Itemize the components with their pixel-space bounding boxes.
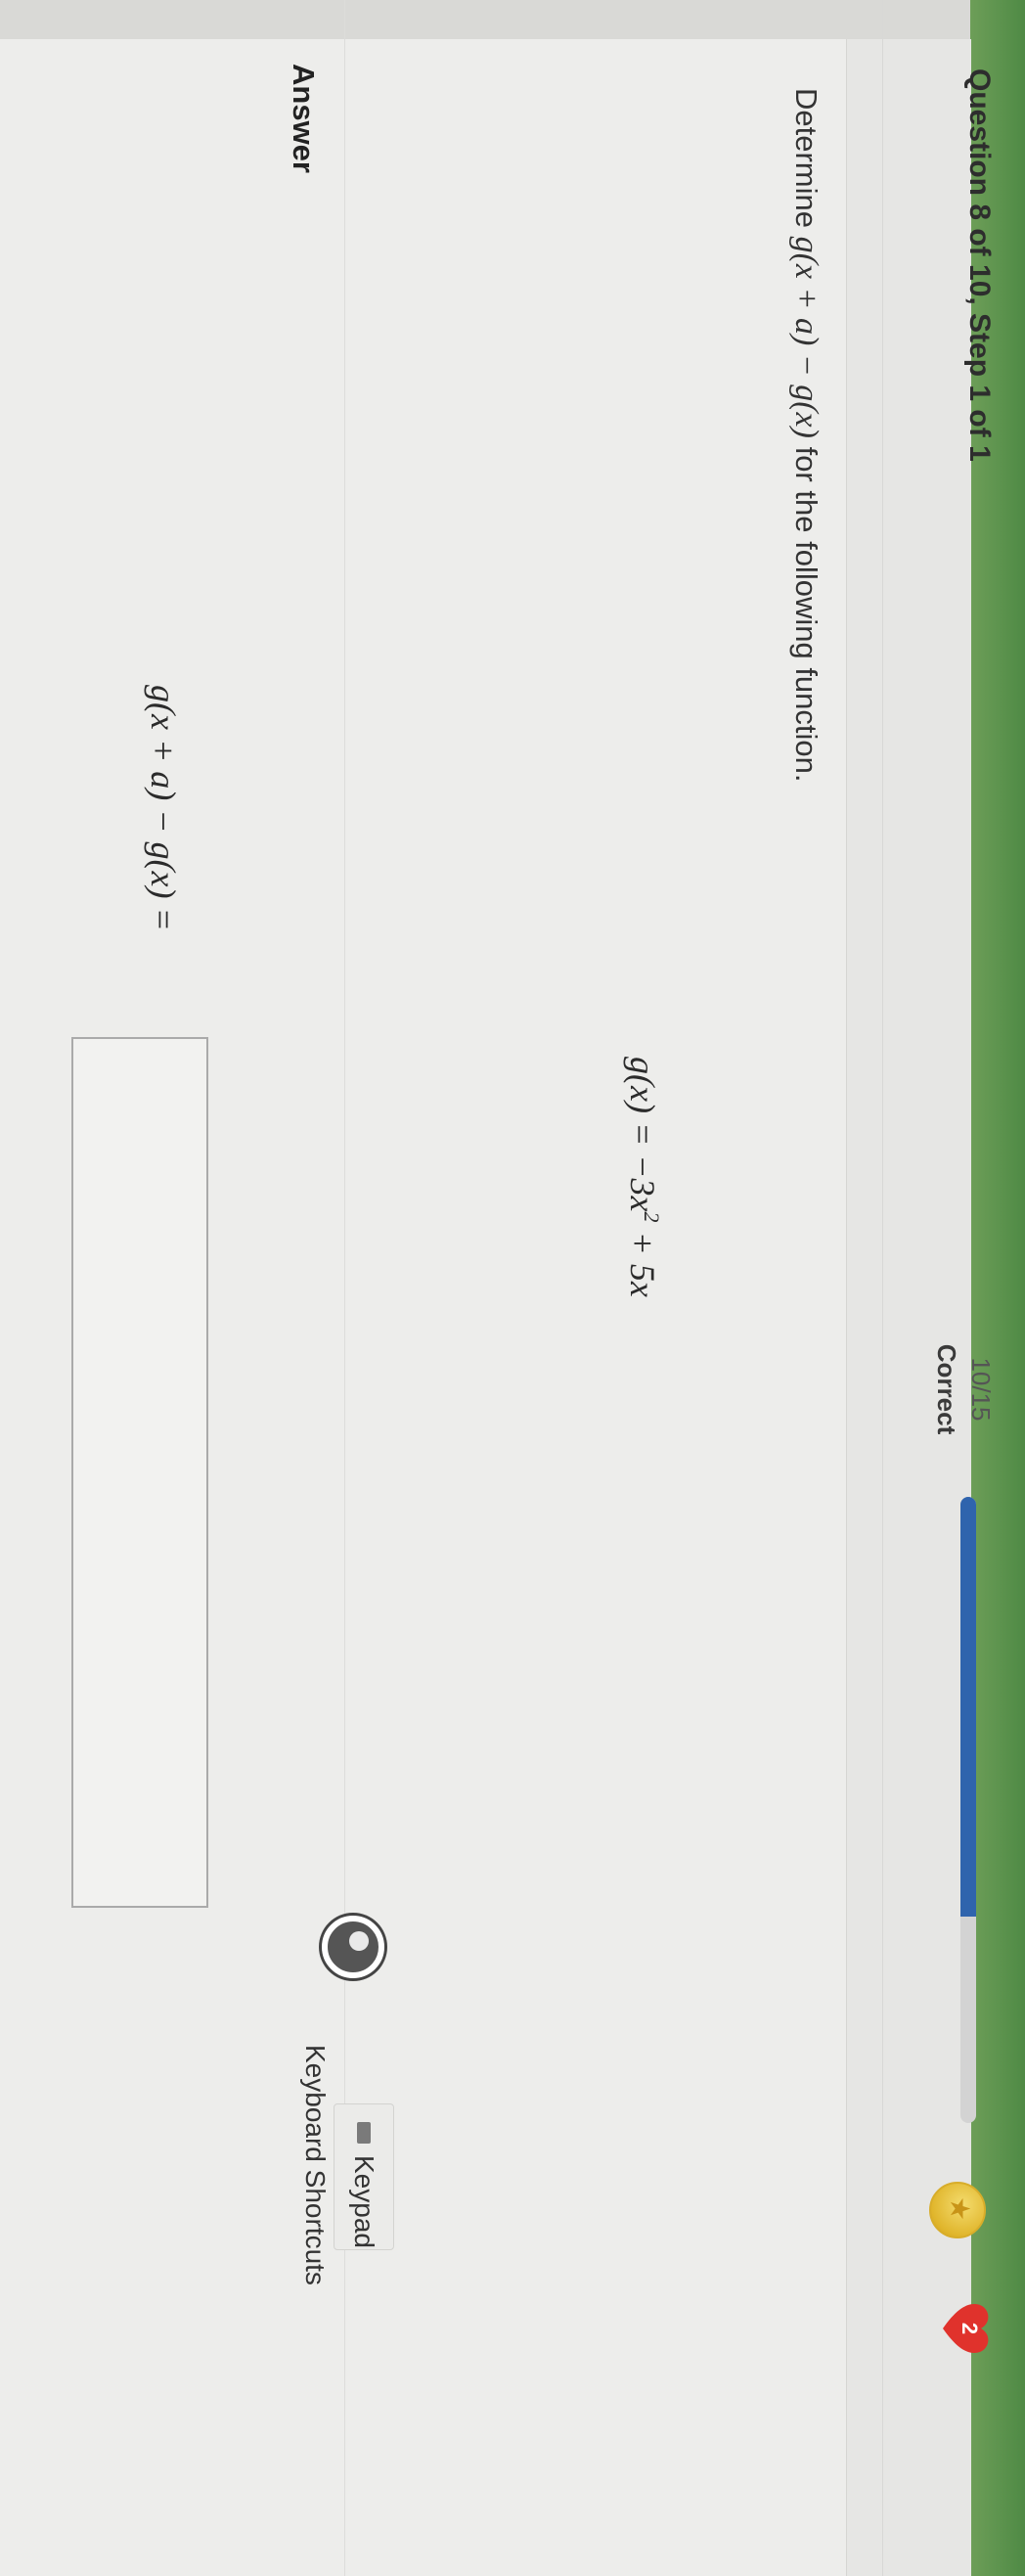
progress-bar [960,1497,976,2123]
answer-label: Answer [287,64,321,173]
rotated-page: Question 8 of 10, Step 1 of 1 10/15 Corr… [0,0,1025,2576]
prompt-text-after: for the following function. [789,437,824,783]
progress-fill [960,1497,976,1917]
heart-icon[interactable]: 2 [937,2299,996,2358]
keypad-button[interactable]: Keypad [334,2103,394,2250]
keyboard-icon [357,2122,371,2144]
keypad-label: Keypad [349,2155,379,2248]
function-exponent: 2 [640,1211,664,1223]
coin-icon[interactable] [929,2182,986,2238]
loading-spinner-icon [322,1916,384,1978]
score-display: 10/15 Correct [931,1306,996,1472]
score-value: 10/15 [966,1357,996,1422]
function-lhs: g(x) = −3x [623,1057,662,1212]
question-title: Question 8 of 10, Step 1 of 1 [963,68,996,462]
score-label: Correct [932,1343,961,1435]
keyboard-shortcuts-link[interactable]: Keyboard Shortcuts [299,2045,331,2285]
hearts-count: 2 [958,2322,982,2335]
prompt-expression: g(x + a) − g(x) [788,236,824,438]
answer-expression: g(x + a) − g(x) = [144,685,183,931]
answer-input[interactable] [71,1037,208,1908]
function-rhs: + 5x [623,1222,662,1297]
header-divider [882,0,883,2576]
question-prompt: Determine g(x + a) − g(x) for the follow… [787,88,824,783]
function-definition: g(x) = −3x2 + 5x [622,1057,664,1297]
prompt-text-before: Determine [789,88,824,237]
